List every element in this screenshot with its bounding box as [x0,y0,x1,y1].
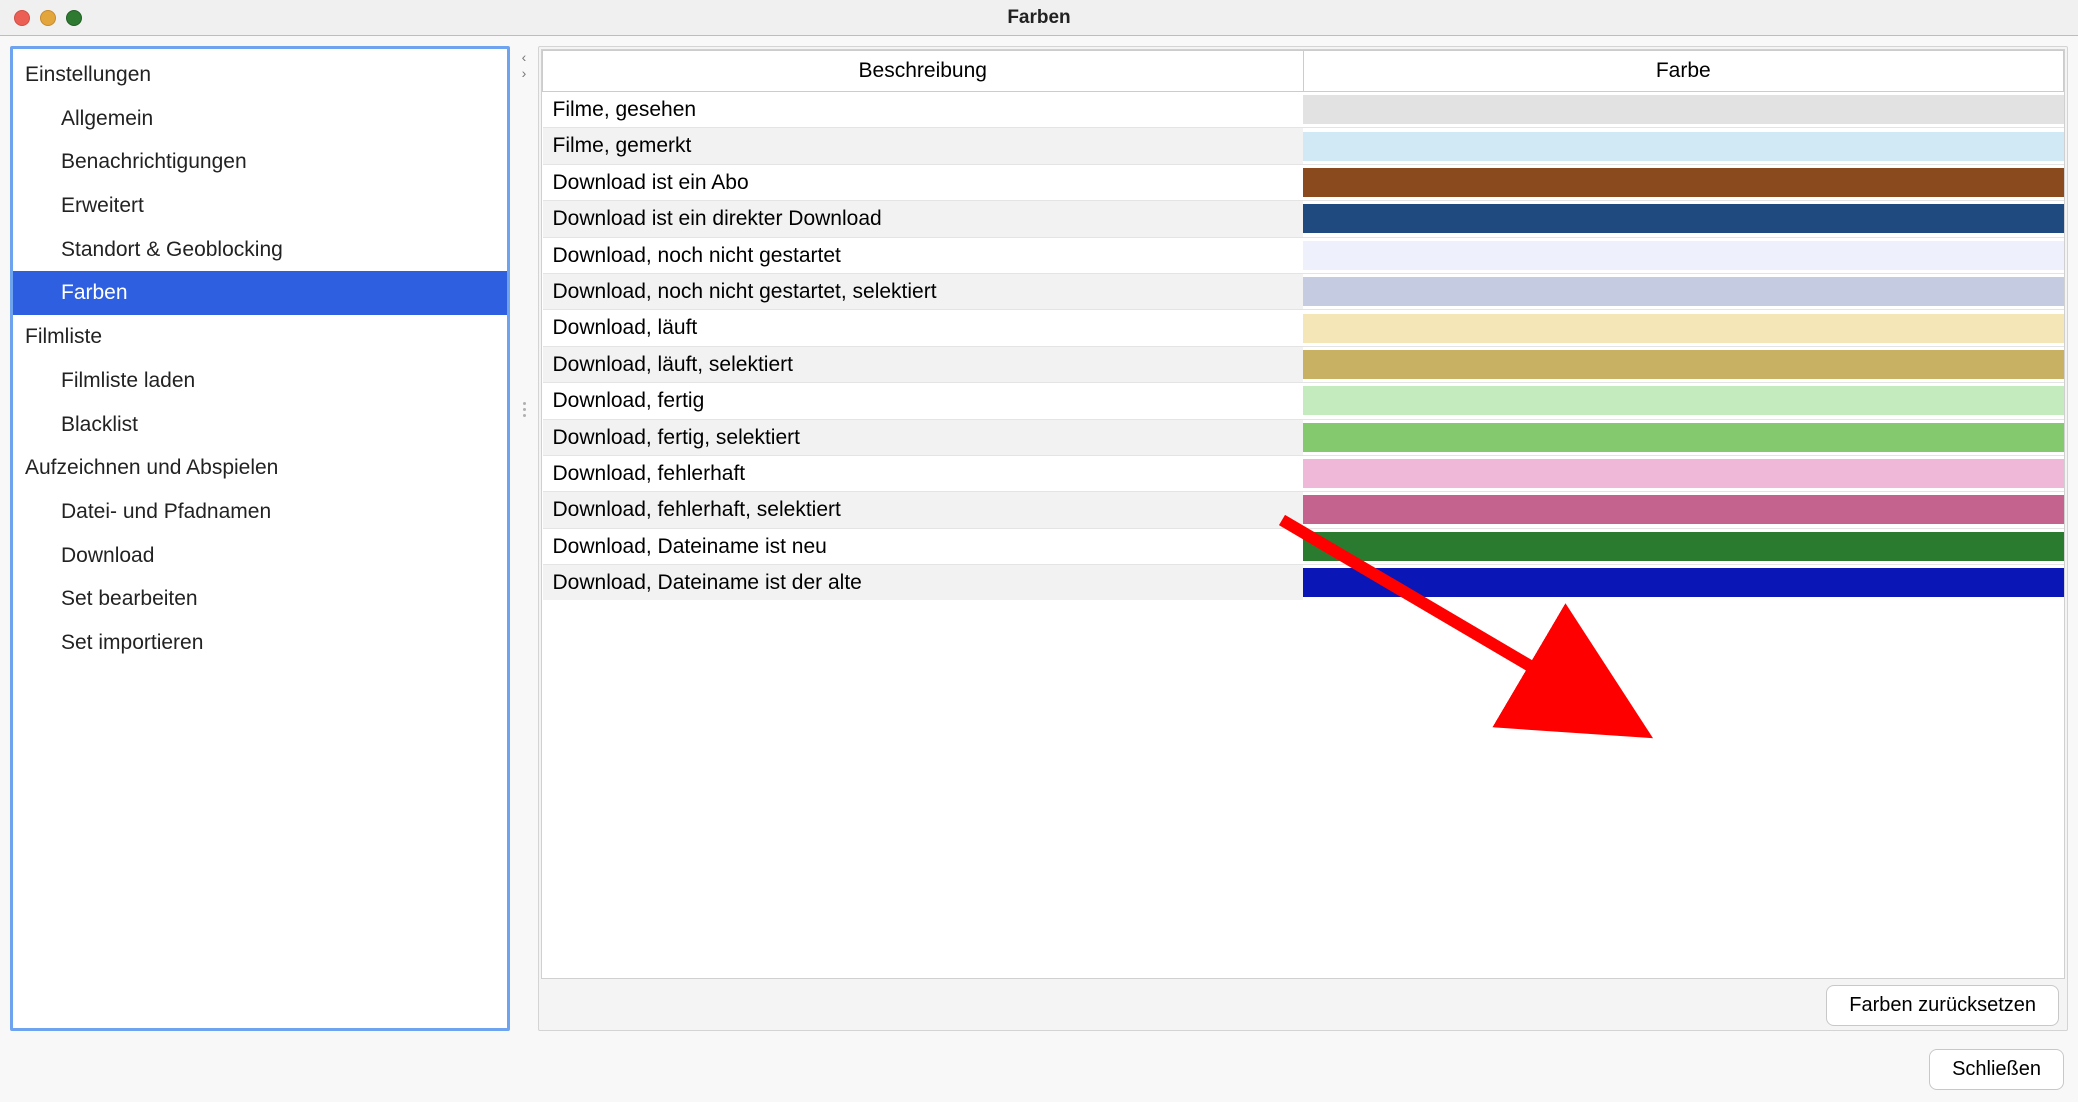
sidebar-item[interactable]: Set importieren [13,621,507,665]
color-cell[interactable] [1303,492,2064,528]
color-swatch [1303,459,2064,488]
sidebar-item[interactable]: Datei- und Pfadnamen [13,490,507,534]
sidebar-item[interactable]: Erweitert [13,184,507,228]
table-row[interactable]: Download, noch nicht gestartet, selektie… [543,273,2064,309]
description-cell: Download, fertig [543,383,1304,419]
color-cell[interactable] [1303,565,2064,601]
settings-sidebar: EinstellungenAllgemeinBenachrichtigungen… [10,46,510,1031]
color-swatch [1303,95,2064,124]
sidebar-item[interactable]: Set bearbeiten [13,577,507,621]
settings-window: Farben EinstellungenAllgemeinBenachricht… [0,0,2078,1102]
reset-colors-button[interactable]: Farben zurücksetzen [1826,985,2059,1026]
color-cell[interactable] [1303,201,2064,237]
table-row[interactable]: Download, Dateiname ist neu [543,528,2064,564]
color-swatch [1303,168,2064,197]
color-swatch [1303,241,2064,270]
dialog-footer: Schließen [0,1041,2078,1102]
color-cell[interactable] [1303,346,2064,382]
description-cell: Download, Dateiname ist der alte [543,565,1304,601]
close-button[interactable]: Schließen [1929,1049,2064,1090]
table-row[interactable]: Download, fertig, selektiert [543,419,2064,455]
table-row[interactable]: Download, noch nicht gestartet [543,237,2064,273]
color-swatch [1303,495,2064,524]
description-cell: Download, läuft, selektiert [543,346,1304,382]
color-table: Beschreibung Farbe Filme, gesehenFilme, … [542,50,2064,600]
table-row[interactable]: Download, fehlerhaft [543,455,2064,491]
sidebar-item[interactable]: Benachrichtigungen [13,140,507,184]
titlebar: Farben [0,0,2078,36]
color-swatch [1303,132,2064,161]
description-cell: Download, noch nicht gestartet [543,237,1304,273]
sidebar-item[interactable]: Allgemein [13,97,507,141]
content-area: EinstellungenAllgemeinBenachrichtigungen… [0,36,2078,1041]
sidebar-item[interactable]: Standort & Geoblocking [13,228,507,272]
color-cell[interactable] [1303,128,2064,164]
color-cell[interactable] [1303,92,2064,128]
color-swatch [1303,314,2064,343]
color-swatch [1303,350,2064,379]
table-row[interactable]: Download, läuft, selektiert [543,346,2064,382]
table-row[interactable]: Download ist ein direkter Download [543,201,2064,237]
sidebar-group[interactable]: Filmliste [13,315,507,359]
sidebar-item[interactable]: Download [13,534,507,578]
sidebar-item[interactable]: Filmliste laden [13,359,507,403]
description-cell: Download, noch nicht gestartet, selektie… [543,273,1304,309]
column-header-color[interactable]: Farbe [1303,51,2064,92]
color-swatch [1303,532,2064,561]
table-row[interactable]: Download, fertig [543,383,2064,419]
maximize-window-icon[interactable] [66,10,82,26]
description-cell: Download, läuft [543,310,1304,346]
color-swatch [1303,277,2064,306]
panel-button-bar: Farben zurücksetzen [541,979,2065,1028]
description-cell: Download, fehlerhaft [543,455,1304,491]
table-row[interactable]: Download, fehlerhaft, selektiert [543,492,2064,528]
description-cell: Filme, gesehen [543,92,1304,128]
window-controls [14,10,82,26]
description-cell: Filme, gemerkt [543,128,1304,164]
splitter[interactable]: ‹ › [516,46,532,1031]
table-row[interactable]: Download, läuft [543,310,2064,346]
sidebar-item[interactable]: Blacklist [13,403,507,447]
table-row[interactable]: Filme, gemerkt [543,128,2064,164]
table-row[interactable]: Filme, gesehen [543,92,2064,128]
color-cell[interactable] [1303,164,2064,200]
color-cell[interactable] [1303,273,2064,309]
main-panel: Beschreibung Farbe Filme, gesehenFilme, … [538,46,2068,1031]
color-cell[interactable] [1303,383,2064,419]
color-cell[interactable] [1303,310,2064,346]
color-swatch [1303,568,2064,597]
color-cell[interactable] [1303,455,2064,491]
color-cell[interactable] [1303,528,2064,564]
chevron-right-icon: › [522,66,527,80]
sidebar-group[interactable]: Aufzeichnen und Abspielen [13,446,507,490]
color-swatch [1303,386,2064,415]
description-cell: Download, Dateiname ist neu [543,528,1304,564]
table-row[interactable]: Download, Dateiname ist der alte [543,565,2064,601]
minimize-window-icon[interactable] [40,10,56,26]
description-cell: Download, fertig, selektiert [543,419,1304,455]
color-cell[interactable] [1303,419,2064,455]
sidebar-group[interactable]: Einstellungen [13,53,507,97]
description-cell: Download, fehlerhaft, selektiert [543,492,1304,528]
description-cell: Download ist ein direkter Download [543,201,1304,237]
description-cell: Download ist ein Abo [543,164,1304,200]
chevron-left-icon: ‹ [522,50,527,64]
sidebar-item[interactable]: Farben [13,271,507,315]
table-row[interactable]: Download ist ein Abo [543,164,2064,200]
color-cell[interactable] [1303,237,2064,273]
grab-handle-icon [523,402,526,417]
close-window-icon[interactable] [14,10,30,26]
color-swatch [1303,423,2064,452]
column-header-description[interactable]: Beschreibung [543,51,1304,92]
color-swatch [1303,204,2064,233]
color-table-container: Beschreibung Farbe Filme, gesehenFilme, … [541,49,2065,979]
window-title: Farben [1007,7,1070,29]
